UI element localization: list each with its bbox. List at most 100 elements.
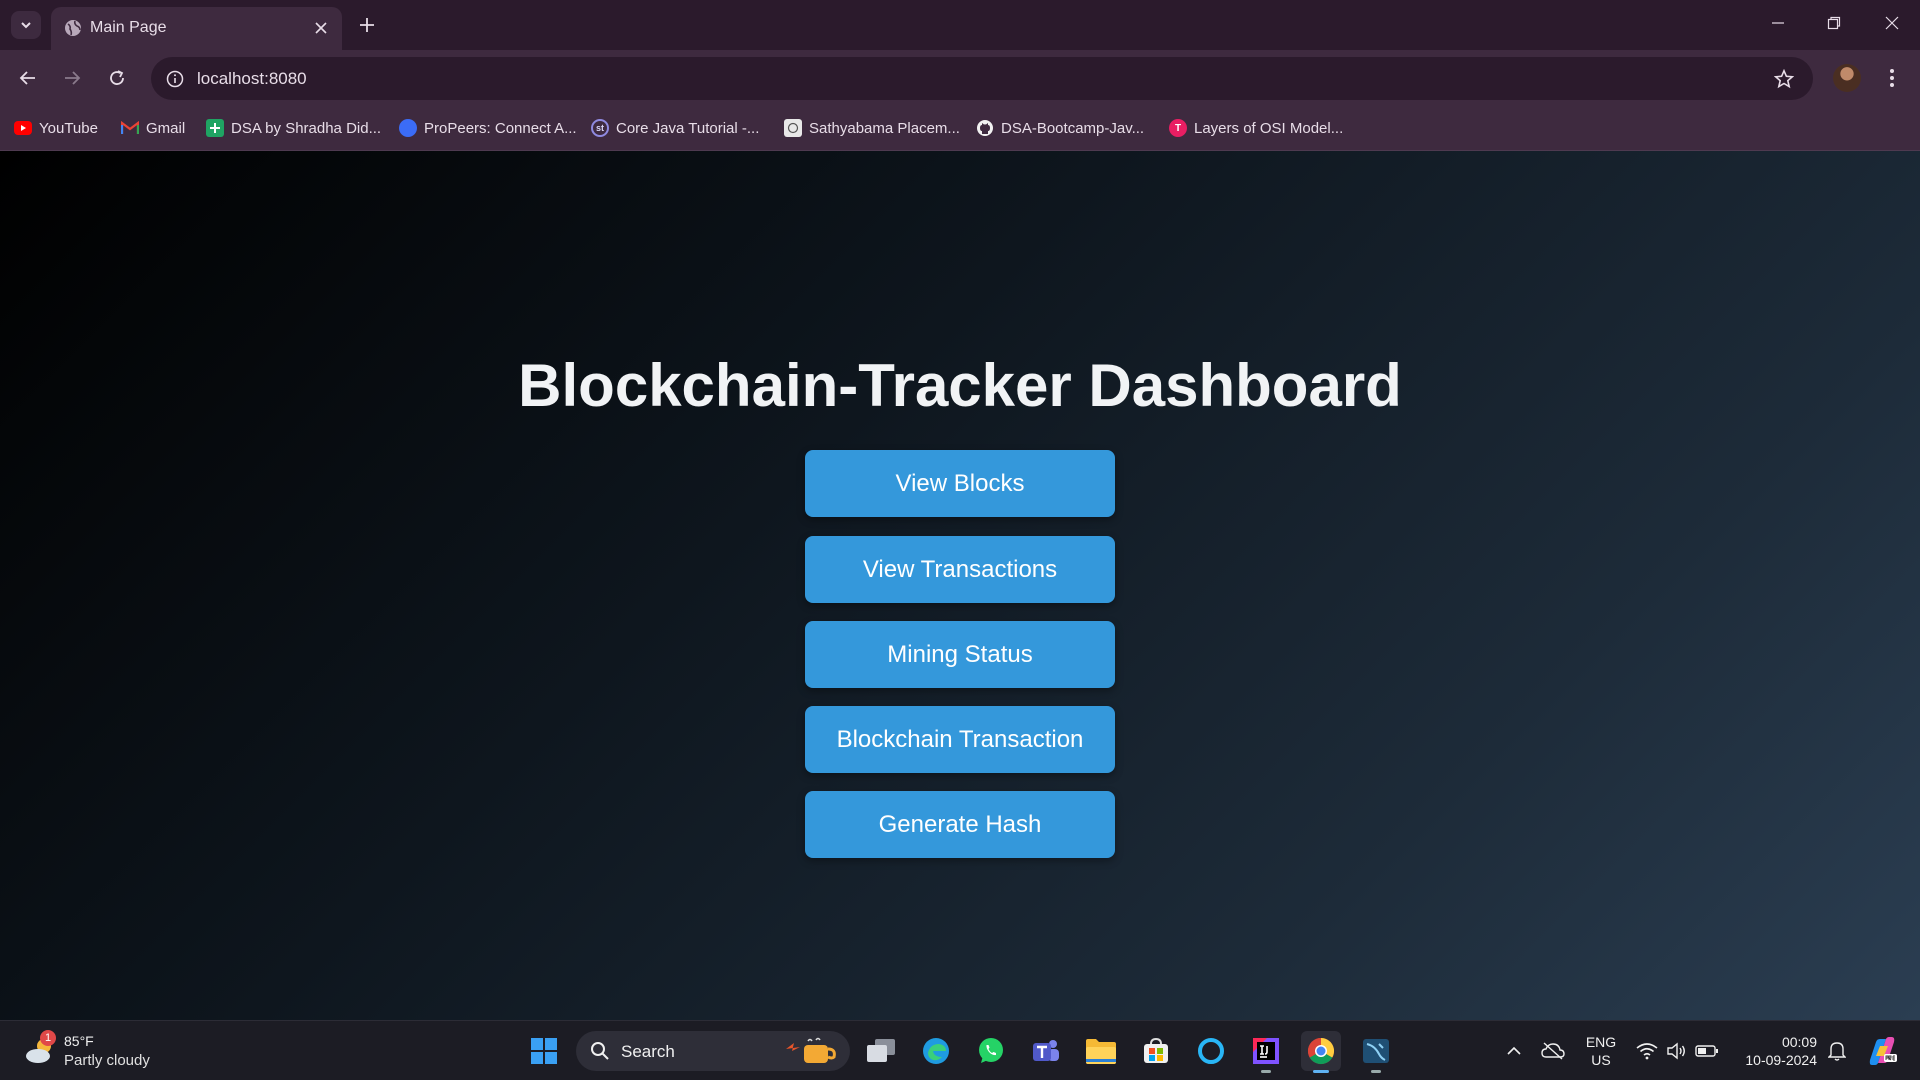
back-button[interactable] (12, 62, 44, 94)
close-icon (315, 22, 327, 34)
restore-button[interactable] (1806, 0, 1862, 46)
folder-icon (1086, 1039, 1116, 1064)
bookmark-propeers[interactable]: ProPeers: Connect A... (399, 117, 577, 139)
volume-status[interactable] (1664, 1021, 1688, 1080)
weather-widget[interactable]: 1 85°F Partly cloudy (20, 1030, 170, 1072)
url-text[interactable]: localhost:8080 (197, 69, 307, 89)
reload-button[interactable] (101, 62, 133, 94)
taskbar-whatsapp[interactable] (971, 1031, 1011, 1071)
taskbar-chrome[interactable] (1301, 1031, 1341, 1073)
minimize-icon (1772, 22, 1784, 24)
language-code: ENG (1585, 1034, 1617, 1050)
intellij-icon (1253, 1038, 1279, 1064)
search-icon (591, 1042, 609, 1060)
view-blocks-button[interactable]: View Blocks (805, 450, 1115, 517)
blockchain-transaction-button[interactable]: Blockchain Transaction (805, 706, 1115, 773)
bookmark-sathyabama[interactable]: Sathyabama Placem... (784, 117, 960, 139)
taskbar-teams[interactable] (1026, 1031, 1066, 1071)
taskbar-search[interactable]: Search (576, 1031, 850, 1071)
taskbar-task-view[interactable] (861, 1031, 901, 1071)
address-bar[interactable]: localhost:8080 (151, 57, 1813, 100)
tab-close-button[interactable] (310, 17, 332, 39)
active-tab[interactable]: Main Page (51, 7, 342, 50)
browser-menu-button[interactable] (1880, 62, 1904, 94)
bookmark-gmail[interactable]: Gmail (121, 117, 185, 139)
taskbar-file-explorer[interactable] (1081, 1031, 1121, 1071)
studytonight-icon: st (591, 119, 609, 137)
info-icon (166, 70, 184, 88)
bell-icon (1828, 1042, 1846, 1061)
bookmark-osi-model[interactable]: T Layers of OSI Model... (1169, 117, 1343, 139)
search-label: Search (621, 1042, 675, 1061)
taskbar-intellij[interactable] (1246, 1031, 1286, 1073)
sathyabama-icon (784, 119, 802, 137)
view-transactions-button[interactable]: View Transactions (805, 536, 1115, 603)
bookmark-label: Core Java Tutorial -... (616, 119, 760, 137)
page-content: Blockchain-Tracker Dashboard View Blocks… (0, 151, 1920, 1020)
mining-status-button[interactable]: Mining Status (805, 621, 1115, 688)
tab-title: Main Page (90, 19, 167, 36)
bookmark-label: Sathyabama Placem... (809, 119, 960, 137)
bookmark-dsa-sheet[interactable]: DSA by Shradha Did... (206, 117, 381, 139)
wifi-icon (1636, 1043, 1658, 1060)
clock-time: 00:09 (1781, 1034, 1817, 1050)
bookmark-star-button[interactable] (1771, 66, 1797, 92)
profile-avatar[interactable] (1833, 64, 1861, 92)
bookmark-label: DSA by Shradha Did... (231, 119, 382, 137)
taskbar-mysql-workbench[interactable] (1356, 1031, 1396, 1073)
plus-icon (360, 18, 374, 32)
battery-icon (1695, 1045, 1718, 1057)
arrow-left-icon (19, 71, 35, 85)
language-indicator[interactable]: ENG US (1580, 1033, 1622, 1069)
youtube-icon (14, 119, 32, 137)
taskbar-cortana[interactable] (1191, 1031, 1231, 1071)
keyboard-region: US (1591, 1052, 1611, 1068)
store-icon (1144, 1037, 1168, 1063)
bookmark-core-java[interactable]: st Core Java Tutorial -... (591, 117, 759, 139)
bookmark-label: Gmail (146, 119, 186, 137)
bookmark-dsa-bootcamp[interactable]: DSA-Bootcamp-Jav... (976, 117, 1144, 139)
taskbar: 1 85°F Partly cloudy Search ENG US 00:09… (0, 1020, 1920, 1080)
generate-hash-button[interactable]: Generate Hash (805, 791, 1115, 858)
minimize-button[interactable] (1750, 0, 1806, 46)
teams-icon (1033, 1040, 1059, 1061)
site-info-button[interactable] (161, 65, 189, 93)
taskbar-microsoft-store[interactable] (1136, 1031, 1176, 1071)
close-icon (1885, 16, 1899, 30)
chevron-up-icon (1507, 1046, 1521, 1055)
bookmark-label: ProPeers: Connect A... (424, 119, 577, 137)
forward-button[interactable] (56, 62, 88, 94)
weather-temp: 85°F (64, 1033, 94, 1049)
whatsapp-icon (979, 1038, 1003, 1063)
page-title: Blockchain-Tracker Dashboard (518, 352, 1402, 419)
arrow-right-icon (65, 71, 81, 85)
tab-search-button[interactable] (11, 11, 41, 39)
new-tab-button[interactable] (353, 11, 381, 39)
propeers-icon (399, 119, 417, 137)
sheets-icon (206, 119, 224, 137)
browser-toolbar: localhost:8080 (0, 50, 1920, 107)
taskbar-edge[interactable] (916, 1031, 956, 1071)
reload-icon (110, 70, 124, 85)
close-window-button[interactable] (1864, 0, 1920, 46)
speaker-icon (1667, 1042, 1685, 1060)
system-clock[interactable]: 00:09 10-09-2024 (1732, 1033, 1817, 1069)
restore-icon (1827, 16, 1841, 30)
chrome-icon (1307, 1037, 1335, 1065)
battery-status[interactable] (1693, 1021, 1721, 1080)
wifi-status[interactable] (1635, 1021, 1659, 1080)
bookmark-youtube[interactable]: YouTube (14, 117, 98, 139)
notifications-button[interactable] (1824, 1021, 1850, 1080)
onedrive-tray[interactable] (1538, 1021, 1568, 1080)
bookmark-label: Layers of OSI Model... (1194, 119, 1344, 137)
task-view-icon (867, 1039, 895, 1062)
copilot-button[interactable] (1864, 1021, 1900, 1080)
cloud-offline-icon (1541, 1042, 1565, 1060)
running-indicator (1313, 1070, 1329, 1073)
start-button[interactable] (524, 1031, 564, 1071)
globe-icon (65, 20, 81, 36)
show-hidden-icons-button[interactable] (1501, 1021, 1527, 1080)
javatpoint-icon: T (1169, 119, 1187, 137)
search-highlight-icon (786, 1037, 836, 1063)
bookmark-label: YouTube (39, 119, 98, 137)
